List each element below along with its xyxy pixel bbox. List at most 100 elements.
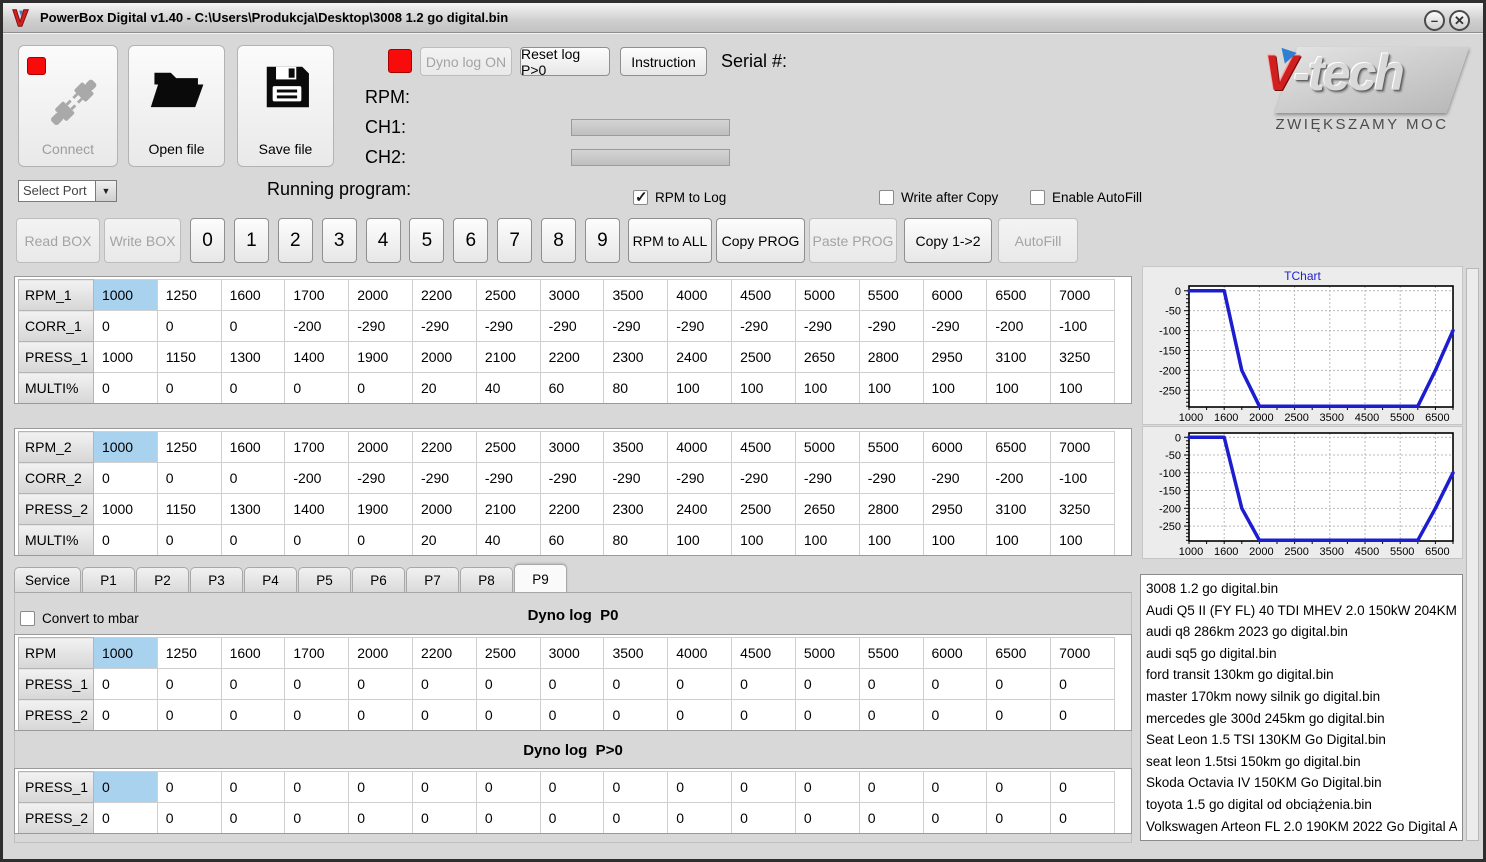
grid-cell[interactable]: 3100 bbox=[986, 493, 1052, 525]
grid-cell[interactable]: 2650 bbox=[794, 341, 860, 373]
digit-button-4[interactable]: 4 bbox=[365, 218, 401, 263]
grid-cell[interactable]: -290 bbox=[475, 310, 541, 342]
grid-cell[interactable]: -290 bbox=[412, 310, 477, 342]
copy-1-to-2-button[interactable]: Copy 1->2 bbox=[904, 218, 992, 263]
grid-cell[interactable]: -290 bbox=[794, 310, 860, 342]
grid-cell[interactable]: 5000 bbox=[794, 279, 860, 311]
grid-cell[interactable]: -200 bbox=[284, 310, 350, 342]
grid-cell[interactable]: 0 bbox=[156, 668, 222, 700]
grid-cell[interactable]: 0 bbox=[986, 802, 1052, 833]
grid-cell[interactable]: -100 bbox=[1050, 462, 1115, 494]
grid-cell[interactable]: 7000 bbox=[1050, 431, 1115, 463]
grid-cell[interactable]: 2300 bbox=[603, 493, 669, 525]
grid-cell[interactable]: 1300 bbox=[220, 493, 286, 525]
grid-cell[interactable]: 2950 bbox=[922, 341, 988, 373]
grid-cell[interactable]: 100 bbox=[667, 524, 733, 555]
grid-cell[interactable]: 2200 bbox=[412, 279, 477, 311]
grid-cell[interactable]: -200 bbox=[284, 462, 350, 494]
grid-cell[interactable]: 7000 bbox=[1050, 637, 1115, 669]
grid-cell[interactable]: 1600 bbox=[220, 637, 286, 669]
grid-cell[interactable]: 1400 bbox=[284, 493, 350, 525]
grid-cell[interactable]: -290 bbox=[603, 462, 669, 494]
grid-cell[interactable]: 0 bbox=[667, 699, 733, 730]
tab-p9[interactable]: P9 bbox=[514, 564, 567, 593]
grid-cell[interactable]: 4000 bbox=[667, 431, 733, 463]
grid-cell[interactable]: 0 bbox=[220, 524, 286, 555]
chevron-down-icon[interactable]: ▼ bbox=[96, 180, 117, 202]
grid-cell[interactable]: 1000 bbox=[92, 493, 158, 525]
autofill-button[interactable]: AutoFill bbox=[998, 218, 1078, 263]
grid-cell[interactable]: 6500 bbox=[986, 431, 1052, 463]
tab-p7[interactable]: P7 bbox=[406, 567, 459, 593]
grid-cell[interactable]: 0 bbox=[794, 802, 860, 833]
grid-cell[interactable]: 7000 bbox=[1050, 279, 1115, 311]
grid-cell[interactable]: 100 bbox=[986, 524, 1052, 555]
grid-cell[interactable]: 0 bbox=[348, 668, 414, 700]
grid-cell[interactable]: 0 bbox=[731, 802, 796, 833]
grid-cell[interactable]: 0 bbox=[156, 310, 222, 342]
grid-cell[interactable]: 0 bbox=[412, 668, 477, 700]
grid-cell[interactable]: -290 bbox=[475, 462, 541, 494]
copy-prog-button[interactable]: Copy PROG bbox=[716, 218, 805, 263]
rpm-to-all-button[interactable]: RPM to ALL bbox=[628, 218, 712, 263]
grid-cell[interactable]: -290 bbox=[412, 462, 477, 494]
checkbox-box[interactable] bbox=[1030, 189, 1045, 205]
grid-cell[interactable]: -290 bbox=[348, 310, 414, 342]
grid-cell[interactable]: 3250 bbox=[1050, 341, 1115, 373]
grid-cell[interactable]: 2500 bbox=[731, 341, 796, 373]
grid-cell[interactable]: 0 bbox=[220, 771, 286, 803]
grid-cell[interactable]: -290 bbox=[539, 462, 605, 494]
grid-cell[interactable]: 100 bbox=[1050, 524, 1115, 555]
grid-cell[interactable]: 0 bbox=[156, 524, 222, 555]
grid-cell[interactable]: 0 bbox=[922, 699, 988, 730]
grid-cell[interactable]: 4000 bbox=[667, 637, 733, 669]
grid-cell[interactable]: 1700 bbox=[284, 431, 350, 463]
grid-cell[interactable]: 0 bbox=[92, 699, 158, 730]
tab-p3[interactable]: P3 bbox=[190, 567, 243, 593]
grid-cell[interactable]: 40 bbox=[475, 372, 541, 403]
grid-cell[interactable]: 6000 bbox=[922, 279, 988, 311]
rpm-to-log-checkbox[interactable]: RPM to Log bbox=[633, 188, 726, 206]
minimize-button[interactable]: – bbox=[1424, 10, 1445, 31]
write-box-button[interactable]: Write BOX bbox=[104, 218, 181, 263]
grid-cell[interactable]: 3000 bbox=[539, 431, 605, 463]
grid-cell[interactable]: 2300 bbox=[603, 341, 669, 373]
tab-p8[interactable]: P8 bbox=[460, 567, 513, 593]
grid-cell[interactable]: 3100 bbox=[986, 341, 1052, 373]
grid-cell[interactable]: 100 bbox=[1050, 372, 1115, 403]
file-list-item[interactable]: ford transit 130km go digital.bin bbox=[1146, 664, 1457, 686]
grid-cell[interactable]: 0 bbox=[348, 372, 414, 403]
grid-cell[interactable]: -290 bbox=[922, 310, 988, 342]
grid-cell[interactable]: 2500 bbox=[475, 637, 541, 669]
grid-cell[interactable]: 0 bbox=[284, 699, 350, 730]
grid-cell[interactable]: -200 bbox=[986, 462, 1052, 494]
grid-cell[interactable]: 2500 bbox=[475, 279, 541, 311]
grid-cell[interactable]: 1000 bbox=[92, 279, 158, 311]
grid-cell[interactable]: 1250 bbox=[156, 279, 222, 311]
grid-cell[interactable]: 2500 bbox=[731, 493, 796, 525]
grid-cell[interactable]: 0 bbox=[986, 771, 1052, 803]
grid-cell[interactable]: 100 bbox=[858, 524, 924, 555]
grid-cell[interactable]: 100 bbox=[858, 372, 924, 403]
grid-cell[interactable]: 2000 bbox=[412, 341, 477, 373]
grid-cell[interactable]: 0 bbox=[858, 771, 924, 803]
grid-cell[interactable]: 100 bbox=[986, 372, 1052, 403]
grid-cell[interactable]: -290 bbox=[667, 462, 733, 494]
grid-cell[interactable]: 1900 bbox=[348, 341, 414, 373]
grid-cell[interactable]: -290 bbox=[794, 462, 860, 494]
select-port-dropdown[interactable]: Select Port ▼ bbox=[18, 180, 117, 202]
connect-button[interactable]: Connect bbox=[18, 45, 118, 167]
grid-cell[interactable]: 0 bbox=[858, 668, 924, 700]
file-list-item[interactable]: toyota 1.5 go digital od obciążenia.bin bbox=[1146, 794, 1457, 816]
grid-cell[interactable]: 2000 bbox=[348, 431, 414, 463]
grid-cell[interactable]: 1150 bbox=[156, 341, 222, 373]
grid-cell[interactable]: 0 bbox=[412, 771, 477, 803]
grid-cell[interactable]: 0 bbox=[1050, 699, 1115, 730]
grid-cell[interactable]: 0 bbox=[284, 524, 350, 555]
file-list-item[interactable]: audi q8 286km 2023 go digital.bin bbox=[1146, 621, 1457, 643]
grid-cell[interactable]: 2400 bbox=[667, 493, 733, 525]
digit-button-8[interactable]: 8 bbox=[541, 218, 576, 263]
file-list-item[interactable]: audi sq5 go digital.bin bbox=[1146, 643, 1457, 665]
grid-cell[interactable]: 1700 bbox=[284, 637, 350, 669]
grid-cell[interactable]: 100 bbox=[794, 524, 860, 555]
